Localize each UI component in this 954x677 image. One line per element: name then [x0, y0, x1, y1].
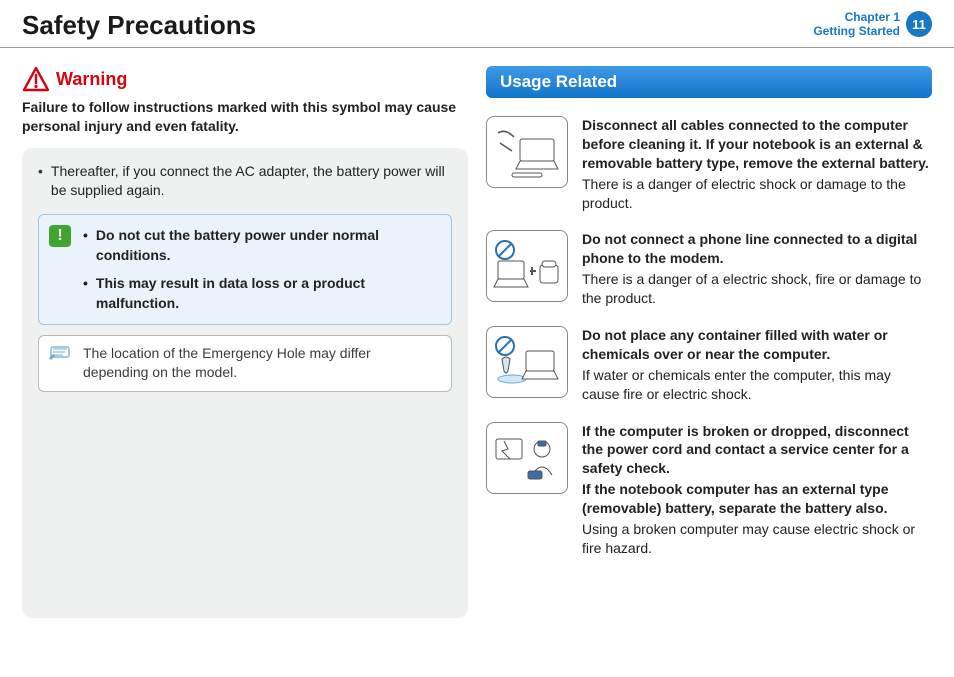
usage-text: If the computer is broken or dropped, di…	[582, 422, 932, 558]
usage-text: Do not place any container filled with w…	[582, 326, 932, 404]
usage-bold: Disconnect all cables connected to the c…	[582, 116, 932, 173]
left-column: Warning Failure to follow instructions m…	[22, 66, 468, 618]
usage-item: Do not place any container filled with w…	[486, 326, 932, 404]
note-icon	[49, 344, 71, 360]
section-heading-bar: Usage Related	[486, 66, 932, 98]
callout-item: • This may result in data loss or a prod…	[83, 273, 439, 314]
note-callout: The location of the Emergency Hole may d…	[38, 335, 452, 392]
chapter-line1: Chapter 1	[813, 10, 900, 24]
page-header: Safety Precautions Chapter 1 Getting Sta…	[0, 0, 954, 48]
content-columns: Warning Failure to follow instructions m…	[0, 48, 954, 618]
callout-text-2: This may result in data loss or a produc…	[96, 273, 439, 314]
bullet-dot-icon: •	[83, 225, 88, 266]
usage-text: Do not connect a phone line connected to…	[582, 230, 932, 308]
usage-reg: There is a danger of a electric shock, f…	[582, 270, 932, 308]
warning-lead-text: Failure to follow instructions marked wi…	[22, 98, 468, 136]
usage-reg: There is a danger of electric shock or d…	[582, 175, 932, 213]
usage-reg: If water or chemicals enter the computer…	[582, 366, 932, 404]
warning-triangle-icon	[22, 66, 50, 92]
no-water-icon	[486, 326, 568, 398]
broken-computer-service-icon	[486, 422, 568, 494]
usage-bold: Do not place any container filled with w…	[582, 326, 932, 364]
usage-item: Disconnect all cables connected to the c…	[486, 116, 932, 212]
chapter-block: Chapter 1 Getting Started 11	[813, 10, 932, 39]
warning-header: Warning	[22, 66, 468, 92]
caution-callout: ! • Do not cut the battery power under n…	[38, 214, 452, 325]
page-number-badge: 11	[906, 11, 932, 37]
usage-text: Disconnect all cables connected to the c…	[582, 116, 932, 212]
disconnect-cables-icon	[486, 116, 568, 188]
usage-bold-2: If the notebook computer has an external…	[582, 480, 932, 518]
warning-label: Warning	[56, 69, 127, 90]
usage-item: Do not connect a phone line connected to…	[486, 230, 932, 308]
no-phone-modem-icon	[486, 230, 568, 302]
callout-text-1: Do not cut the battery power under norma…	[96, 225, 439, 266]
usage-reg: Using a broken computer may cause electr…	[582, 520, 932, 558]
chapter-text: Chapter 1 Getting Started	[813, 10, 900, 39]
chapter-line2: Getting Started	[813, 24, 900, 38]
note-text: The location of the Emergency Hole may d…	[83, 345, 371, 381]
page-title: Safety Precautions	[22, 10, 256, 41]
usage-bold: Do not connect a phone line connected to…	[582, 230, 932, 268]
grey-panel: • Thereafter, if you connect the AC adap…	[22, 148, 468, 618]
bullet-dot-icon: •	[38, 162, 43, 200]
bullet-dot-icon: •	[83, 273, 88, 314]
grey-bullet-item: • Thereafter, if you connect the AC adap…	[38, 162, 452, 200]
usage-item: If the computer is broken or dropped, di…	[486, 422, 932, 558]
usage-bold: If the computer is broken or dropped, di…	[582, 422, 932, 479]
exclamation-square-icon: !	[49, 225, 71, 247]
grey-bullet-text: Thereafter, if you connect the AC adapte…	[51, 162, 452, 200]
right-column: Usage Related Disconnect all cables conn…	[486, 66, 932, 618]
callout-item: • Do not cut the battery power under nor…	[83, 225, 439, 266]
